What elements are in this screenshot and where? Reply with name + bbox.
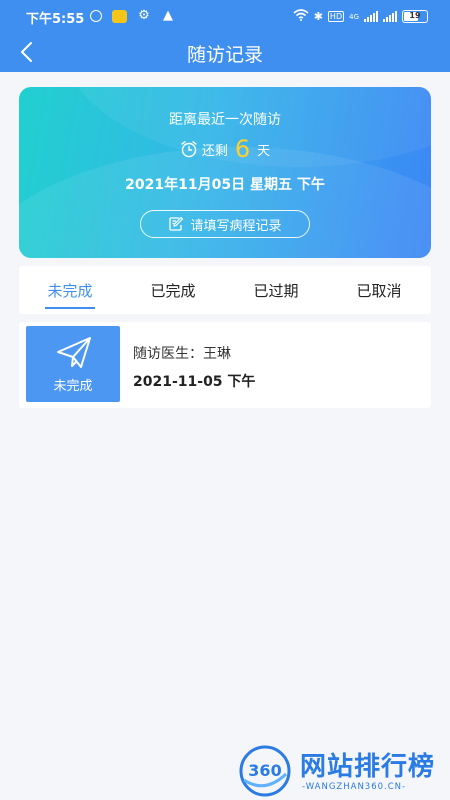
watermark-text: 网站排行榜 — [300, 752, 436, 782]
remain-days-number: 6 — [234, 135, 251, 163]
tab-completed[interactable]: 已完成 — [148, 280, 198, 301]
nav-bar: 随访记录 — [0, 32, 450, 72]
tab-expired[interactable]: 已过期 — [251, 280, 301, 301]
status-tabs: 未完成 已完成 已过期 已取消 — [19, 266, 431, 314]
next-visit-banner: 距离最近一次随访 还剩 6 天 2021年11月05日 星期五 下午 请填写病程… — [19, 87, 431, 258]
tab-incomplete[interactable]: 未完成 — [45, 280, 95, 301]
paper-plane-icon — [57, 337, 91, 368]
tab-cancelled[interactable]: 已取消 — [354, 280, 404, 301]
watermark: 360 网站排行榜 -WANGZHAN360.CN- — [238, 740, 450, 800]
remaining-days-row: 还剩 6 天 — [19, 137, 431, 161]
gear-icon: ⚙ — [138, 8, 150, 23]
battery-level: 19 — [409, 11, 421, 20]
remain-unit: 天 — [257, 143, 271, 159]
fill-record-button[interactable]: 请填写病程记录 — [140, 210, 310, 238]
network-label: 4G — [349, 12, 359, 21]
page-title: 随访记录 — [186, 44, 263, 66]
doctor-label: 随访医生： — [133, 346, 203, 362]
banner-decoration — [19, 147, 431, 258]
remain-prefix: 还剩 — [201, 143, 228, 159]
doctor-row: 随访医生：王琳 — [133, 343, 231, 363]
alarm-icon — [90, 10, 102, 22]
doctor-name: 王琳 — [203, 346, 231, 362]
visit-time: 2021-11-05 下午 — [133, 374, 256, 390]
active-tab-indicator — [45, 307, 95, 309]
signal-icon-2 — [383, 11, 397, 22]
record-status-thumb: 未完成 — [26, 326, 120, 402]
status-time: 下午5:55 — [26, 12, 85, 27]
bluetooth-icon: ✱ — [313, 10, 323, 23]
signal-icon — [364, 11, 378, 22]
status-left-icons: ⚙ ▲ — [90, 9, 175, 23]
edit-icon — [169, 216, 184, 231]
watermark-sub: -WANGZHAN360.CN- — [302, 782, 407, 792]
wifi-icon — [293, 9, 309, 24]
status-bar: 下午5:55 ⚙ ▲ ✱ HD 4G 19 — [0, 0, 450, 32]
360-logo-icon: 360 — [239, 745, 291, 797]
hd-label: HD — [327, 11, 345, 22]
alarm-clock-icon — [181, 141, 197, 158]
battery-icon: 19 — [402, 10, 428, 23]
visit-record-card[interactable]: 未完成 随访医生：王琳 2021-11-05 下午 — [19, 322, 431, 408]
warning-icon: ▲ — [163, 8, 173, 23]
next-visit-date: 2021年11月05日 星期五 下午 — [125, 177, 325, 193]
fill-record-label: 请填写病程记录 — [190, 218, 282, 234]
watermark-logo-text: 360 — [248, 761, 281, 780]
record-status-label: 未完成 — [53, 379, 93, 394]
app-notification-icon — [112, 9, 127, 23]
next-visit-label: 距离最近一次随访 — [169, 112, 281, 128]
status-right-icons: ✱ HD 4G 19 — [293, 9, 428, 24]
